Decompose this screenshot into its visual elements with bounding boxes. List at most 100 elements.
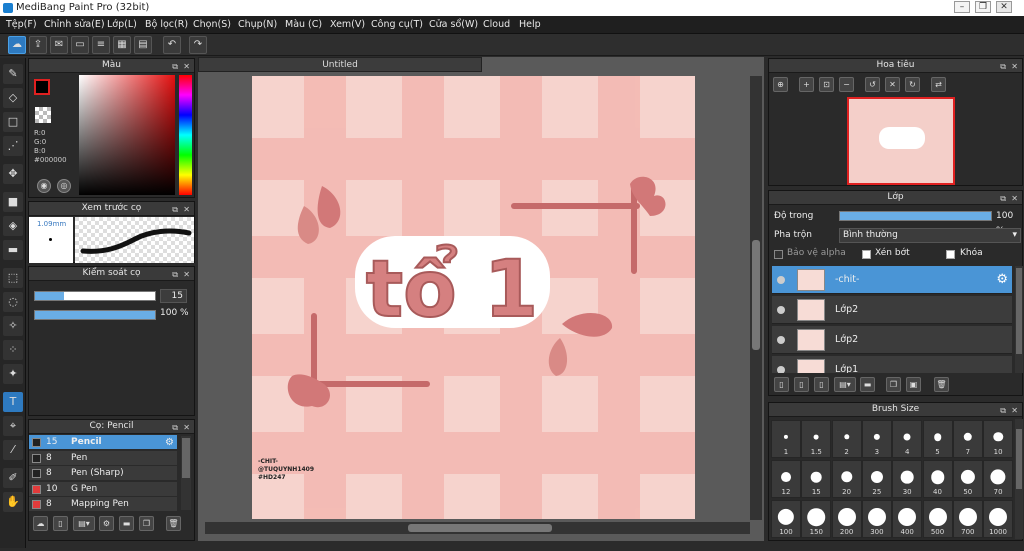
brush-size-option[interactable]: 1000 (983, 500, 1014, 538)
close-icon[interactable]: ✕ (183, 60, 190, 73)
navigator-thumbnail[interactable] (847, 97, 955, 185)
menu-select[interactable]: Chọn(S) (193, 19, 231, 30)
brush-size-option[interactable]: 3 (861, 420, 892, 458)
brush-item[interactable]: 8 Mapping Pen (29, 497, 177, 512)
saturation-value-picker[interactable] (79, 75, 175, 195)
close-icon[interactable]: ✕ (183, 421, 190, 434)
duplicate-layer-icon[interactable]: ❐ (886, 377, 901, 392)
close-icon[interactable]: ✕ (183, 203, 190, 216)
brush-folder-icon[interactable]: ▬ (119, 516, 134, 531)
brush-size-option[interactable]: 1 (771, 420, 801, 458)
pen-tool-icon[interactable]: ✐ (3, 468, 23, 488)
brush-size-option[interactable]: 700 (952, 500, 983, 538)
palette-icon[interactable]: ◉ (37, 179, 51, 193)
brush-size-option[interactable]: 150 (801, 500, 832, 538)
visibility-icon[interactable] (777, 276, 785, 284)
menu-view[interactable]: Xem(V) (330, 19, 365, 30)
cloud-icon[interactable]: ☁ (8, 36, 26, 54)
transparent-color-swatch[interactable] (35, 107, 51, 123)
hue-slider[interactable] (179, 75, 192, 195)
popout-icon[interactable]: ⧉ (172, 268, 178, 281)
close-icon[interactable]: ✕ (1011, 192, 1018, 205)
menu-filter[interactable]: Bộ lọc(R) (145, 19, 188, 30)
gradient-tool-icon[interactable]: ▬ (3, 240, 23, 260)
brush-size-option[interactable]: 2 (831, 420, 862, 458)
brush-size-option[interactable]: 4 (892, 420, 923, 458)
hand-tool-icon[interactable]: ✋ (3, 492, 23, 512)
redo-icon[interactable]: ↷ (189, 36, 207, 54)
zoom-out-icon[interactable]: − (839, 77, 854, 92)
brush-size-option[interactable]: 200 (831, 500, 862, 538)
popout-icon[interactable]: ⧉ (1000, 404, 1006, 417)
eyedropper-tool-icon[interactable]: ⁄ (3, 440, 23, 460)
menu-help[interactable]: Help (519, 19, 541, 30)
protect-alpha-checkbox[interactable] (774, 250, 783, 259)
color-history-icon[interactable]: ◎ (57, 179, 71, 193)
close-button[interactable]: ✕ (996, 1, 1012, 13)
brush-size-option[interactable]: 25 (861, 460, 892, 498)
eraser-tool-icon[interactable]: ◇ (3, 88, 23, 108)
brush-size-option[interactable]: 20 (831, 460, 862, 498)
zoom-icon[interactable]: ⊕ (773, 77, 788, 92)
comment-icon[interactable]: ✉ (50, 36, 68, 54)
popout-icon[interactable]: ⧉ (172, 421, 178, 434)
visibility-icon[interactable] (777, 366, 785, 373)
layer-list-scrollbar[interactable] (1015, 266, 1023, 373)
layer-row[interactable]: -chit- ⚙ (772, 266, 1012, 294)
close-icon[interactable]: ✕ (1011, 404, 1018, 417)
move-tool-icon[interactable]: ✥ (3, 164, 23, 184)
text-tool-icon[interactable]: T (3, 392, 23, 412)
new-1bit-layer-icon[interactable]: ▯ (814, 377, 829, 392)
fill-rect-tool-icon[interactable]: ■ (3, 192, 23, 212)
brush-tool-icon[interactable]: ✎ (3, 64, 23, 84)
visibility-icon[interactable] (777, 306, 785, 314)
zoom-in-icon[interactable]: + (799, 77, 814, 92)
delete-brush-icon[interactable]: 🗑 (166, 516, 181, 531)
reset-view-icon[interactable]: ✕ (885, 77, 900, 92)
layer-row[interactable]: Lớp2 (772, 296, 1012, 324)
layer-row[interactable]: Lớp1 (772, 356, 1012, 373)
flip-icon[interactable]: ⇄ (931, 77, 946, 92)
menu-cloud[interactable]: Cloud (483, 19, 510, 30)
brush-size-option[interactable]: 15 (801, 460, 832, 498)
brush-settings-icon[interactable]: ⚙ (99, 516, 114, 531)
brush-list-scrollbar[interactable] (181, 436, 191, 510)
brush-item[interactable]: 8 Pen (29, 450, 177, 466)
menu-window[interactable]: Cửa sổ(W) (429, 19, 478, 30)
brush-size-option[interactable]: 500 (922, 500, 953, 538)
delete-layer-icon[interactable]: 🗑 (934, 377, 949, 392)
gear-icon[interactable]: ⚙ (165, 435, 174, 450)
popout-icon[interactable]: ⧉ (172, 203, 178, 216)
panel-icon[interactable]: ▤ (134, 36, 152, 54)
menu-color[interactable]: Màu (C) (285, 19, 322, 30)
page-icon[interactable]: ▭ (71, 36, 89, 54)
layer-folder-icon[interactable]: ▬ (860, 377, 875, 392)
add-layer-menu-icon[interactable]: ▤▾ (834, 377, 856, 392)
magic-wand-tool-icon[interactable]: ✧ (3, 316, 23, 336)
minimize-button[interactable]: – (954, 1, 970, 13)
brush-size-option[interactable]: 5 (922, 420, 953, 458)
grid-icon[interactable]: ▦ (113, 36, 131, 54)
close-icon[interactable]: ✕ (183, 268, 190, 281)
close-icon[interactable]: ✕ (1011, 60, 1018, 73)
brush-size-option[interactable]: 300 (861, 500, 892, 538)
dot-tool-icon[interactable]: ⋰ (3, 136, 23, 156)
select-rect-tool-icon[interactable]: ⬚ (3, 268, 23, 288)
duplicate-brush-icon[interactable]: ❐ (139, 516, 154, 531)
brush-opacity-slider[interactable] (34, 310, 156, 320)
brush-size-option[interactable]: 400 (892, 500, 923, 538)
new-brush-icon[interactable]: ▯ (53, 516, 68, 531)
brush-size-option[interactable]: 70 (983, 460, 1014, 498)
clipping-checkbox[interactable] (862, 250, 871, 259)
document-tab[interactable]: Untitled (198, 57, 482, 72)
merge-layer-icon[interactable]: ▣ (906, 377, 921, 392)
lasso-tool-icon[interactable]: ◌ (3, 292, 23, 312)
menu-tools[interactable]: Công cụ(T) (371, 19, 423, 30)
canvas-horizontal-scrollbar[interactable] (205, 522, 750, 534)
brush-item[interactable]: 15 Pencil ⚙ (29, 435, 177, 450)
bucket-tool-icon[interactable]: ◈ (3, 216, 23, 236)
operation-tool-icon[interactable]: ⌖ (3, 416, 23, 436)
brush-size-option[interactable]: 30 (892, 460, 923, 498)
rotate-left-icon[interactable]: ↺ (865, 77, 880, 92)
menu-edit[interactable]: Chỉnh sửa(E) (44, 19, 105, 30)
